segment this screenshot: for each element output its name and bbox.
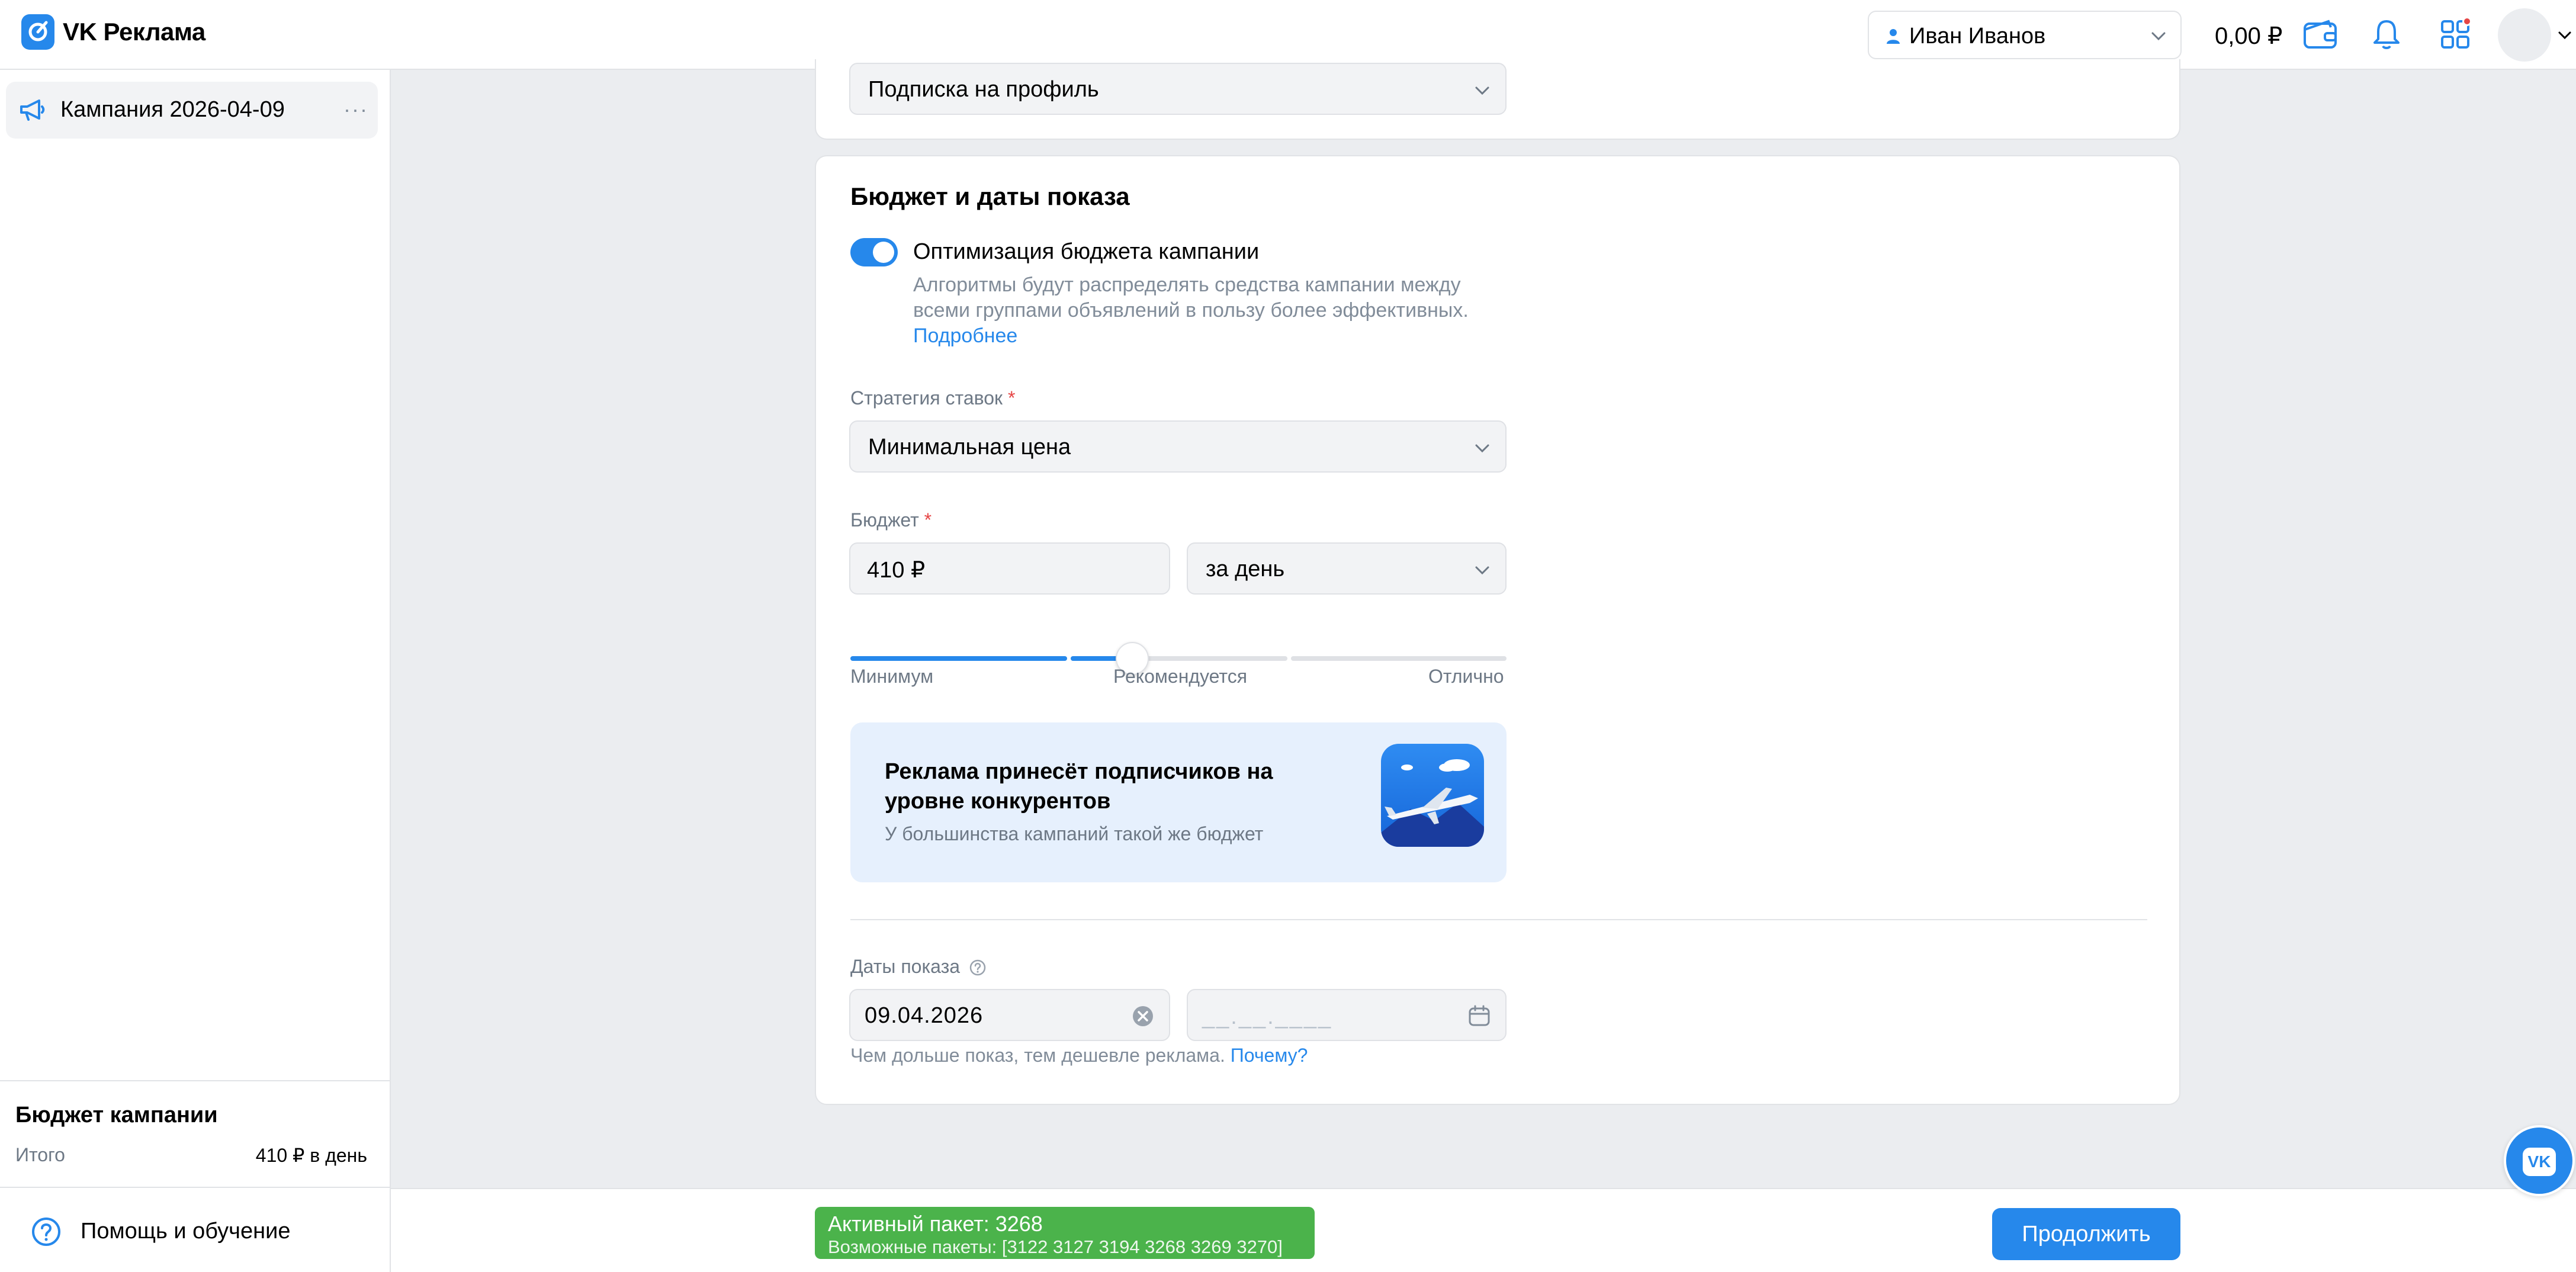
megaphone-icon — [20, 99, 45, 121]
account-name: Иван Иванов — [1909, 24, 2046, 49]
learn-more-link[interactable]: Подробнее — [913, 325, 1017, 347]
person-icon — [1887, 29, 1900, 44]
budget-input-value: 410 ₽ — [867, 558, 926, 583]
chevron-down-icon — [1475, 86, 1489, 95]
budget-total-label: Итого — [15, 1144, 65, 1165]
banner-title: Реклама принесёт подписчиков на уровне к… — [885, 759, 1273, 814]
required-mark: * — [924, 509, 932, 531]
package-status-badge: Активный пакет: 3268 Возможные пакеты: [… — [815, 1207, 1315, 1259]
budget-period-value: за день — [1206, 557, 1285, 582]
active-package: Активный пакет: 3268 — [828, 1212, 1043, 1236]
end-date-input[interactable]: __.__.____ — [1187, 989, 1507, 1041]
slider-label-recommended: Рекомендуется — [1113, 666, 1248, 687]
budget-label: Бюджет * — [850, 509, 932, 531]
chevron-down-icon — [2151, 32, 2166, 41]
budget-summary-title: Бюджет кампании — [15, 1103, 218, 1128]
dates-hint: Чем дольше показ, тем дешевле реклама. П… — [850, 1045, 1308, 1067]
section-title: Бюджет и даты показа — [850, 182, 1130, 210]
required-mark: * — [1007, 387, 1016, 409]
chevron-down-icon — [1475, 566, 1489, 575]
toggle-description: Алгоритмы будут распределять средства ка… — [913, 272, 1505, 349]
clear-icon[interactable] — [1130, 1003, 1156, 1029]
balance[interactable]: 0,00 ₽ — [2215, 23, 2282, 50]
strategy-label-text: Стратегия ставок — [850, 387, 1003, 409]
account-switcher[interactable]: Иван Иванов — [1868, 11, 2182, 59]
campaign-budget-summary: Бюджет кампании Итого 410 ₽ в день — [0, 1080, 390, 1187]
strategy-label: Стратегия ставок * — [850, 387, 1015, 409]
airplane-illustration — [1381, 744, 1484, 847]
vk-ads-logo-icon[interactable] — [21, 14, 54, 50]
strategy-select[interactable]: Минимальная цена — [849, 420, 1507, 473]
budget-total-value: 410 ₽ в день — [255, 1145, 367, 1166]
apps-grid-icon[interactable] — [2440, 17, 2472, 53]
slider-segment-max — [1291, 656, 1507, 661]
brand-title[interactable]: VK Реклама — [63, 18, 205, 46]
slider-label-min: Минимум — [850, 666, 934, 687]
wallet-icon[interactable] — [2302, 19, 2338, 51]
end-date-placeholder: __.__.____ — [1202, 1004, 1333, 1029]
start-date-input[interactable]: 09.04.2026 — [849, 989, 1170, 1041]
forecast-banner: Реклама принесёт подписчиков на уровне к… — [850, 722, 1507, 882]
toggle-description-text: Алгоритмы будут распределять средства ка… — [913, 274, 1469, 322]
why-link[interactable]: Почему? — [1231, 1045, 1308, 1066]
chevron-down-icon[interactable] — [2557, 30, 2572, 41]
budget-dates-card: Бюджет и даты показа Оптимизация бюджета… — [815, 155, 2180, 1105]
vk-support-button[interactable]: VK — [2504, 1125, 2575, 1196]
info-question-icon[interactable] — [969, 959, 987, 977]
toggle-knob — [873, 242, 894, 263]
strategy-value: Минимальная цена — [868, 435, 1071, 460]
possible-packages: Возможные пакеты: [3122 3127 3194 3268 3… — [828, 1236, 1283, 1257]
objective-value: Подписка на профиль — [868, 77, 1099, 102]
budget-input[interactable]: 410 ₽ — [849, 542, 1170, 595]
help-icon — [32, 1218, 60, 1246]
sidebar-item-campaign[interactable]: Кампания 2026-04-09 ··· — [6, 82, 378, 139]
slider-segment-min — [850, 656, 1067, 661]
more-options-icon[interactable]: ··· — [343, 97, 368, 122]
notification-dot — [2462, 17, 2472, 26]
sidebar: Кампания 2026-04-09 ··· Бюджет кампании … — [0, 70, 391, 1272]
dates-hint-text: Чем дольше показ, тем дешевле реклама. — [850, 1045, 1225, 1066]
dates-label: Даты показа — [850, 956, 987, 978]
dates-label-text: Даты показа — [850, 956, 961, 977]
budget-optimization-toggle[interactable] — [850, 238, 898, 266]
budget-label-text: Бюджет — [850, 509, 919, 531]
objective-card: Подписка на профиль — [815, 59, 2180, 140]
start-date-value: 09.04.2026 — [865, 1003, 984, 1028]
sidebar-item-label: Кампания 2026-04-09 — [60, 97, 285, 122]
continue-button[interactable]: Продолжить — [1992, 1208, 2180, 1260]
divider — [850, 919, 2147, 920]
vk-icon: VK — [2523, 1148, 2556, 1176]
chevron-down-icon — [1475, 444, 1489, 453]
avatar[interactable] — [2498, 8, 2551, 62]
help-label: Помощь и обучение — [81, 1219, 291, 1244]
bell-icon[interactable] — [2371, 18, 2402, 51]
slider-segment-recommended — [1071, 656, 1287, 661]
slider-label-max: Отлично — [1428, 666, 1504, 687]
bottom-bar: Активный пакет: 3268 Возможные пакеты: [… — [391, 1188, 2576, 1272]
toggle-label: Оптимизация бюджета кампании — [913, 239, 1260, 264]
calendar-icon[interactable] — [1466, 1003, 1492, 1029]
budget-period-select[interactable]: за день — [1187, 542, 1507, 595]
objective-select[interactable]: Подписка на профиль — [849, 63, 1507, 115]
help-link[interactable]: Помощь и обучение — [0, 1187, 390, 1272]
banner-subtitle: У большинства кампаний такой же бюджет — [885, 823, 1264, 844]
